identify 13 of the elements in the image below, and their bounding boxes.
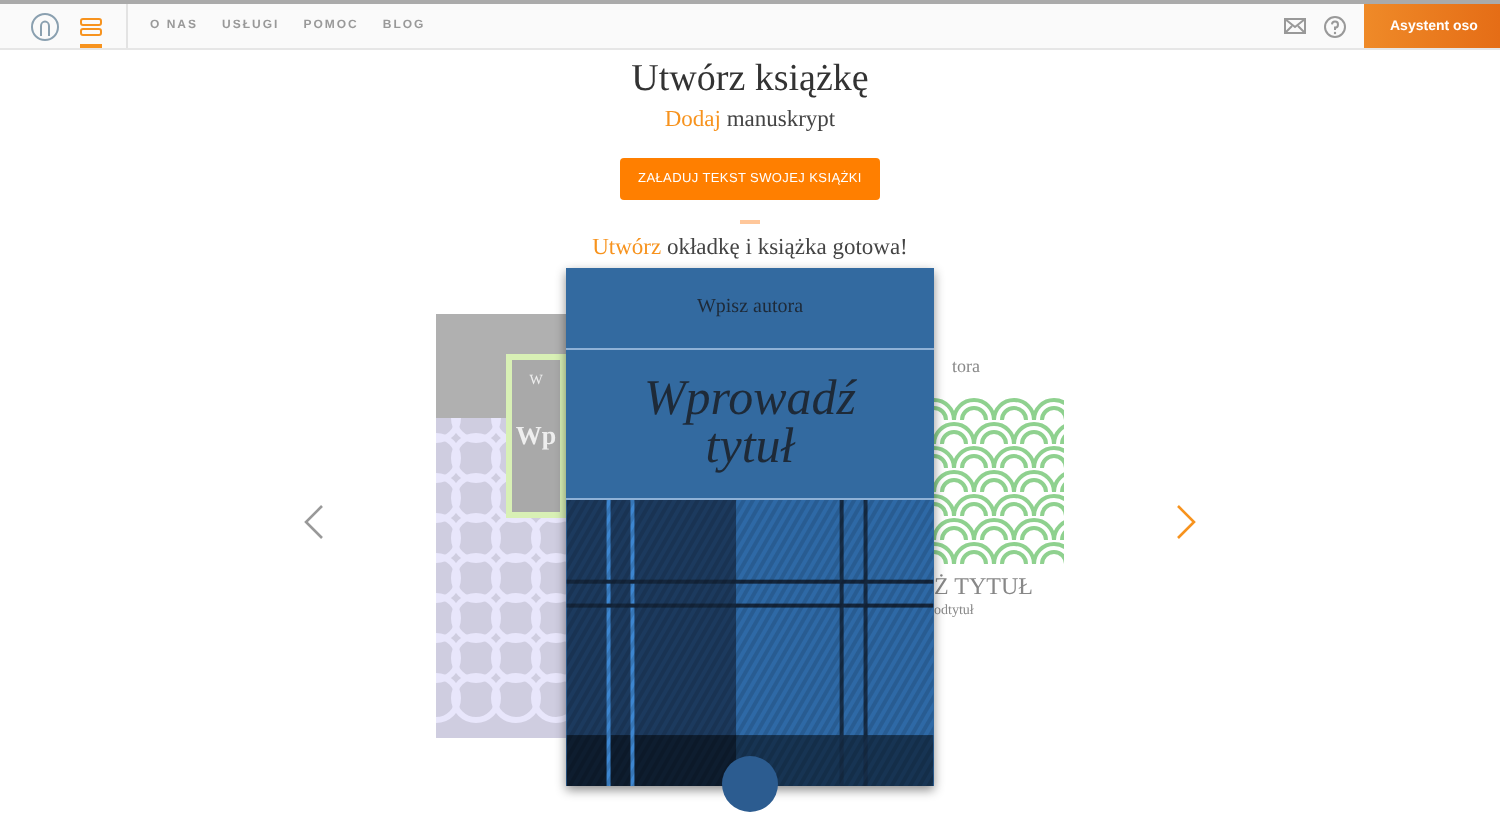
help-icon[interactable] <box>1324 15 1346 37</box>
menu-icon[interactable] <box>80 17 102 35</box>
author-text: tora <box>950 354 982 380</box>
page-title: Utwórz książkę <box>631 58 869 102</box>
title-text: Ż TYTUŁ <box>934 572 1035 602</box>
mail-icon[interactable] <box>1284 18 1306 34</box>
step-text: Dodaj manuskrypt <box>664 108 836 132</box>
book-cover[interactable]: Wpisz autora Wprowadź tytuł <box>566 268 934 786</box>
carousel-dot[interactable] <box>722 756 778 812</box>
user-icon[interactable] <box>30 11 60 41</box>
step-text: Utwórz okładkę i książka gotowa! <box>592 236 908 260</box>
title-text: Wp <box>515 420 557 452</box>
author-text: Wpisz autora <box>566 268 934 350</box>
